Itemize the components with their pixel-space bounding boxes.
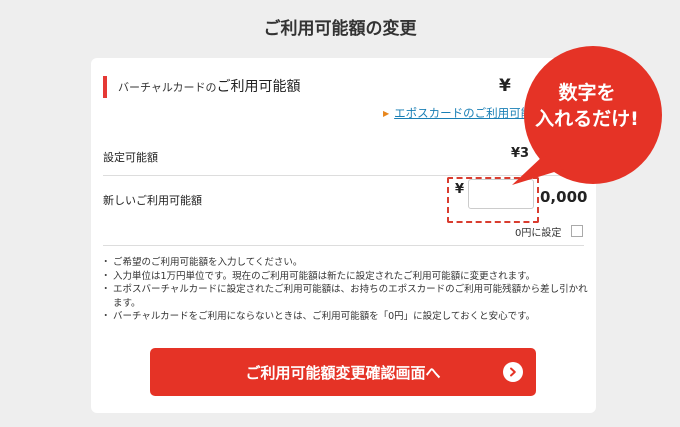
confirm-change-button[interactable]: ご利用可能額変更確認画面へ bbox=[150, 348, 536, 396]
callout-text: 数字を 入れるだけ! bbox=[518, 80, 656, 132]
amount-unit-suffix: 0,000 bbox=[540, 188, 588, 206]
note-item: エポスバーチャルカードに設定されたご利用可能額は、お持ちのエポスカードのご利用可… bbox=[101, 283, 589, 310]
callout-line-2: 入れるだけ! bbox=[535, 108, 639, 130]
page-title: ご利用可能額の変更 bbox=[263, 19, 417, 39]
zero-yen-checkbox[interactable] bbox=[571, 225, 583, 237]
section-heading: バーチャルカードの ご利用可能額 bbox=[103, 76, 301, 98]
section-title: ご利用可能額 bbox=[216, 79, 301, 95]
settable-amount-label: 設定可能額 bbox=[103, 151, 158, 164]
note-item: バーチャルカードをご利用にならないときは、ご利用可能額を「0円」に設定しておくと… bbox=[101, 310, 589, 324]
note-item: ご希望のご利用可能額を入力してください。 bbox=[101, 256, 589, 270]
note-item: 入力単位は1万円単位です。現在のご利用可能額は新たに設定されたご利用可能額に変更… bbox=[101, 270, 589, 284]
zero-yen-label: 0円に設定 bbox=[515, 228, 562, 239]
chevron-right-icon bbox=[503, 362, 523, 382]
callout-line-1: 数字を bbox=[558, 82, 616, 104]
divider bbox=[103, 245, 584, 246]
section-title-prefix: バーチャルカードの bbox=[118, 81, 217, 94]
confirm-change-label: ご利用可能額変更確認画面へ bbox=[245, 363, 441, 382]
triangle-right-icon: ▶ bbox=[383, 108, 390, 118]
notes-list: ご希望のご利用可能額を入力してください。 入力単位は1万円単位です。現在のご利用… bbox=[101, 256, 589, 324]
new-amount-label: 新しいご利用可能額 bbox=[103, 194, 202, 207]
